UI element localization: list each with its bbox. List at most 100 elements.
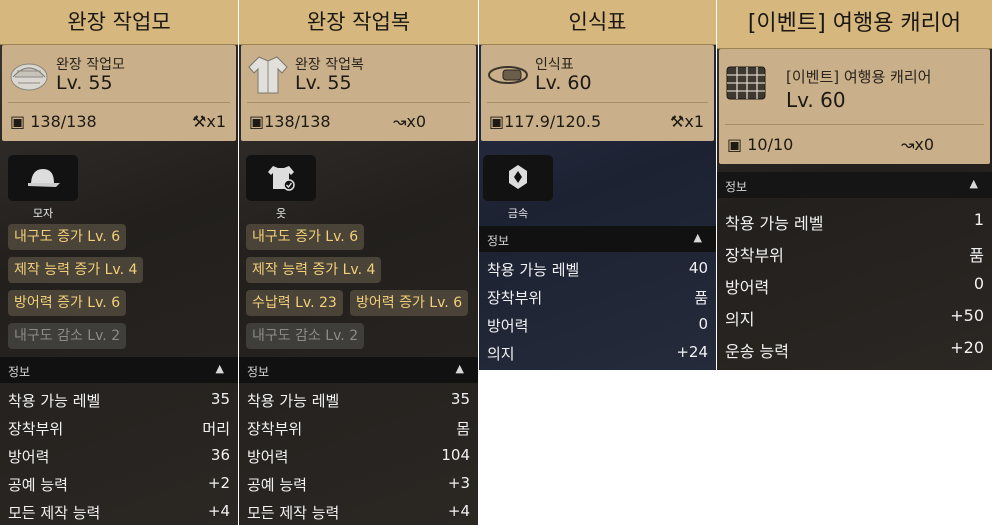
stat-value: +24 (676, 343, 708, 361)
info-label: 정보 (8, 365, 31, 379)
stat-row: 착용 가능 레벨 40 (487, 255, 708, 283)
item-name: 완장 작업모 (56, 57, 125, 73)
panel-title: 완장 작업모 (0, 0, 238, 45)
stat-key: 방어력 (247, 448, 289, 466)
tag-durability-up: 내구도 증가 Lv. 6 (8, 224, 127, 250)
stat-key: 착용 가능 레벨 (8, 392, 101, 410)
stat-row: 방어력 36 (8, 442, 230, 470)
stat-row: 방어력 104 (247, 442, 470, 470)
category-label: 모자 (32, 207, 54, 220)
tag-storage: 수납력 Lv. 23 (246, 290, 343, 316)
stat-value: 머리 (202, 420, 230, 438)
stat-row: 운송 능력 +20 (725, 334, 984, 362)
tag-durability-down: 내구도 감소 Lv. 2 (246, 323, 365, 349)
category-slot[interactable] (483, 155, 553, 201)
stat-value: 품 (969, 246, 984, 265)
info-header[interactable]: 정보 ▲ (0, 357, 238, 383)
repair-value: x1 (206, 112, 226, 131)
tag-durability-down: 내구도 감소 Lv. 2 (8, 323, 127, 349)
item-panel-travel-carrier: [이벤트] 여행용 캐리어 [이벤트] 여행용 캐리어 Lv. 60 ▣ 10/… (717, 0, 992, 370)
item-panel-work-cap: 완장 작업모 완장 작업모 Lv. 55 ▣ 138/138 ⚒x1 모자 내구… (0, 0, 238, 525)
item-name: [이벤트] 여행용 캐리어 (786, 68, 932, 86)
stat-key: 모든 제작 능력 (247, 504, 340, 522)
stat-row: 의지 +24 (487, 339, 708, 367)
stat-value: 몸 (456, 420, 470, 438)
durability-value: 138/138 (30, 112, 97, 131)
item-card: 완장 작업복 Lv. 55 ▣138/138 ↝x0 (241, 45, 476, 141)
stat-key: 착용 가능 레벨 (487, 261, 580, 279)
info-header[interactable]: 정보 ▲ (239, 357, 478, 383)
item-level: Lv. 55 (56, 72, 113, 94)
stat-value: 104 (441, 446, 470, 464)
stat-key: 공예 능력 (8, 476, 68, 494)
metal-icon (509, 165, 527, 189)
no-repair-icon: ↝ (900, 135, 915, 154)
category-label: 금속 (507, 207, 529, 220)
stat-key: 공예 능력 (247, 476, 307, 494)
item-name: 인식표 (535, 57, 574, 73)
repair-value: x0 (914, 135, 934, 154)
stat-value: 40 (688, 259, 708, 277)
stat-value: +2 (207, 474, 230, 492)
durability: ▣ 10/10 (727, 135, 793, 154)
stat-key: 모든 제작 능력 (8, 504, 101, 522)
work-clothes-thumbnail-icon (248, 56, 288, 94)
category-slot[interactable] (246, 155, 316, 201)
stat-value: 0 (698, 315, 708, 333)
tag-crafting-up: 제작 능력 증가 Lv. 4 (8, 257, 144, 283)
stat-key: 장착부위 (247, 420, 303, 438)
stat-value: 1 (973, 210, 984, 229)
info-label: 정보 (247, 365, 270, 379)
category-label: 옷 (275, 207, 287, 220)
stat-value: +20 (950, 338, 984, 357)
durability-cube-icon: ▣ (249, 112, 265, 131)
category-slot[interactable] (8, 155, 78, 201)
durability-value: 138/138 (264, 112, 331, 131)
durability: ▣117.9/120.5 (489, 112, 601, 131)
info-label: 정보 (487, 234, 510, 248)
durability: ▣138/138 (249, 112, 331, 131)
hammer-icon: ⚒ (670, 112, 685, 131)
stat-row: 착용 가능 레벨 1 (725, 206, 984, 234)
collapse-arrow-icon[interactable]: ▲ (694, 231, 702, 244)
collapse-arrow-icon[interactable]: ▲ (970, 177, 978, 190)
stat-value: 36 (210, 446, 230, 464)
tag-durability-up: 내구도 증가 Lv. 6 (246, 224, 365, 250)
info-header[interactable]: 정보 ▲ (717, 172, 992, 198)
stat-key: 착용 가능 레벨 (725, 214, 824, 233)
stat-row: 공예 능력 +3 (247, 470, 470, 498)
stat-key: 운송 능력 (725, 342, 789, 361)
collapse-arrow-icon[interactable]: ▲ (456, 362, 464, 375)
stat-key: 방어력 (487, 317, 529, 335)
durability-cube-icon: ▣ (489, 112, 505, 131)
card-divider (8, 102, 230, 103)
stat-row: 공예 능력 +2 (8, 470, 230, 498)
card-divider (725, 124, 984, 125)
tag-defense-up: 방어력 증가 Lv. 6 (8, 290, 127, 316)
no-repair-icon: ↝ (392, 112, 407, 131)
stat-value: +3 (447, 474, 470, 492)
panel-title: 인식표 (479, 0, 716, 45)
item-level: Lv. 55 (295, 72, 352, 94)
stat-value: +50 (950, 306, 984, 325)
panel-title: 완장 작업복 (239, 0, 478, 45)
dog-tag-thumbnail-icon (488, 66, 528, 84)
durability: ▣ 138/138 (10, 112, 97, 131)
repair-count: ⚒x1 (670, 112, 704, 131)
stat-row: 방어력 0 (487, 311, 708, 339)
stat-row: 모든 제작 능력 +4 (8, 498, 230, 525)
info-header[interactable]: 정보 ▲ (479, 226, 716, 252)
collapse-arrow-icon[interactable]: ▲ (216, 362, 224, 375)
durability-cube-icon: ▣ (727, 135, 743, 154)
stat-row: 착용 가능 레벨 35 (247, 386, 470, 414)
item-card: 완장 작업모 Lv. 55 ▣ 138/138 ⚒x1 (2, 45, 236, 141)
stat-row: 장착부위 머리 (8, 414, 230, 442)
card-divider (487, 102, 708, 103)
durability-value: 10/10 (747, 135, 794, 154)
stat-key: 방어력 (725, 278, 770, 297)
shirt-icon (268, 166, 295, 191)
durability-cube-icon: ▣ (10, 112, 26, 131)
item-panel-work-clothes: 완장 작업복 완장 작업복 Lv. 55 ▣138/138 ↝x0 옷 내구도 … (239, 0, 478, 525)
repair-value: x1 (684, 112, 704, 131)
work-cap-thumbnail-icon (10, 63, 48, 91)
